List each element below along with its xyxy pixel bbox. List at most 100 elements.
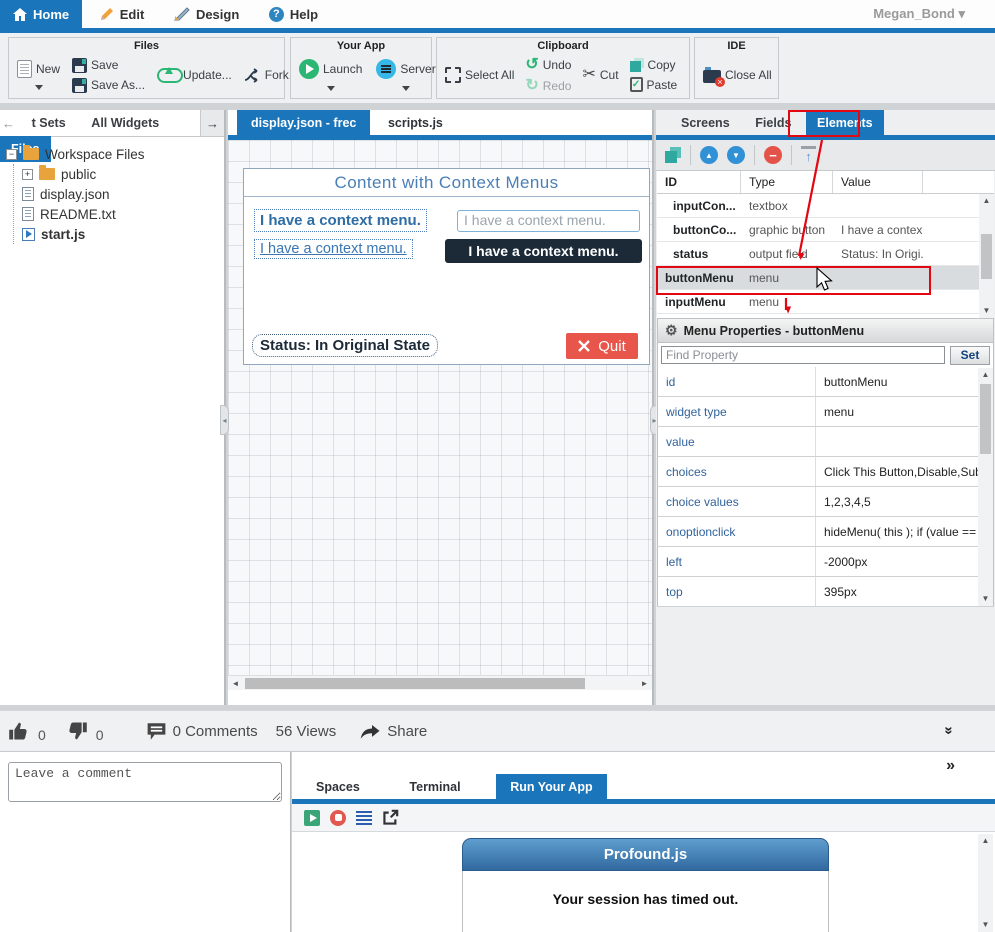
cut-button[interactable]: ✂ Cut: [582, 67, 618, 83]
design-panel-widget[interactable]: Content with Context Menus I have a cont…: [243, 168, 650, 365]
dropdown-caret-icon[interactable]: [327, 86, 335, 91]
update-button[interactable]: Update...: [157, 67, 232, 83]
grid-header-id[interactable]: ID: [657, 171, 741, 193]
comments-icon[interactable]: [146, 722, 167, 741]
tree-item-public[interactable]: + public: [22, 164, 145, 184]
tree-item-readme[interactable]: README.txt: [22, 204, 145, 224]
scroll-left-icon[interactable]: ◄: [228, 676, 243, 690]
server-button[interactable]: Server: [376, 59, 435, 79]
scroll-up-icon[interactable]: ▲: [979, 194, 994, 208]
tab-screens[interactable]: Screens: [670, 110, 741, 136]
property-row-value[interactable]: value: [657, 427, 994, 457]
tree-item-start-js[interactable]: start.js: [22, 224, 145, 244]
tab-terminal[interactable]: Terminal: [395, 774, 474, 799]
property-row-left[interactable]: left -2000px: [657, 547, 994, 577]
sidebar-tab-all-widgets[interactable]: All Widgets: [80, 110, 170, 136]
property-row-widget-type[interactable]: widget type menu: [657, 397, 994, 427]
run-stop-button[interactable]: [330, 810, 346, 826]
dropdown-caret-icon[interactable]: [402, 86, 410, 91]
property-row-onoptionclick[interactable]: onoptionclick hideMenu( this ); if (valu…: [657, 517, 994, 547]
widget-bold-text[interactable]: I have a context menu.: [254, 209, 427, 232]
tree-item-workspace-files[interactable]: − Workspace Files: [6, 144, 145, 164]
paste-button[interactable]: ✓ Paste: [630, 77, 678, 92]
chevron-down-double-icon[interactable]: »: [940, 726, 957, 734]
select-all-button[interactable]: Select All: [445, 67, 514, 83]
widget-status-text[interactable]: Status: In Original State: [252, 334, 438, 357]
scroll-up-icon[interactable]: ▲: [978, 834, 993, 848]
widget-quit-button[interactable]: Quit: [566, 333, 638, 359]
run-play-button[interactable]: [304, 810, 320, 826]
grid-header-type[interactable]: Type: [741, 171, 833, 193]
comment-input[interactable]: [8, 762, 282, 802]
grid-header-value[interactable]: Value: [833, 171, 923, 193]
properties-scrollbar[interactable]: ▲ ▼: [978, 368, 993, 606]
collapse-left-handle[interactable]: ◂: [220, 405, 229, 435]
tab-spaces[interactable]: Spaces: [302, 774, 374, 799]
copy-button[interactable]: Copy: [630, 58, 678, 72]
scrollbar-thumb[interactable]: [245, 678, 585, 689]
tab-run-your-app[interactable]: Run Your App: [496, 774, 606, 799]
scroll-down-icon[interactable]: ▼: [978, 918, 993, 932]
comments-count[interactable]: 0 Comments: [173, 723, 258, 740]
scroll-right-icon[interactable]: ►: [637, 676, 652, 690]
editor-tab-scripts-js[interactable]: scripts.js: [374, 110, 457, 135]
tab-scroll-right-icon[interactable]: →: [200, 110, 224, 136]
set-button[interactable]: Set: [950, 346, 990, 365]
move-down-button[interactable]: ▼: [727, 146, 745, 164]
tree-expander-closed-icon[interactable]: +: [22, 169, 33, 180]
find-property-input[interactable]: [661, 346, 945, 364]
move-up-button[interactable]: ▲: [700, 146, 718, 164]
widget-dark-button[interactable]: I have a context menu.: [445, 239, 642, 263]
copy-element-button[interactable]: [665, 147, 681, 163]
session-dialog-title[interactable]: Profound.js: [462, 838, 829, 871]
tree-item-display-json[interactable]: display.json: [22, 184, 145, 204]
sidebar-tab-widget-sets[interactable]: t Sets: [21, 110, 77, 136]
property-row-top[interactable]: top 395px: [657, 577, 994, 607]
element-row-buttonContext[interactable]: buttonCo... graphic button I have a cont…: [657, 218, 979, 242]
widget-textbox[interactable]: I have a context menu.: [457, 210, 640, 232]
scroll-down-icon[interactable]: ▼: [979, 304, 994, 318]
save-button[interactable]: Save: [72, 58, 145, 73]
user-menu[interactable]: Megan_Bond ▾: [873, 6, 965, 22]
element-row-status[interactable]: status output field Status: In Origi...: [657, 242, 979, 266]
open-external-icon[interactable]: [382, 809, 399, 826]
element-row-buttonMenu[interactable]: buttonMenu menu: [657, 266, 979, 290]
redo-button[interactable]: ↻ Redo: [525, 78, 571, 94]
launch-button[interactable]: Launch: [299, 59, 362, 79]
tab-elements[interactable]: Elements: [806, 110, 884, 136]
undo-button[interactable]: ↺ Undo: [525, 57, 571, 73]
editor-tab-display-json[interactable]: display.json - frec: [237, 110, 370, 135]
tab-scroll-left-icon[interactable]: ←: [0, 110, 17, 136]
new-button[interactable]: New: [17, 60, 60, 78]
canvas-horizontal-scrollbar[interactable]: ◄ ►: [228, 675, 652, 690]
chevron-right-double-icon[interactable]: »: [946, 757, 955, 775]
menu-tab-edit[interactable]: Edit: [86, 0, 158, 28]
element-row-inputMenu[interactable]: inputMenu menu: [657, 290, 979, 314]
scrollbar-thumb[interactable]: [980, 384, 991, 454]
send-to-top-button[interactable]: ↑: [801, 146, 816, 164]
property-row-choices[interactable]: choices Click This Button,Disable,Sub: [657, 457, 994, 487]
property-row-id[interactable]: id buttonMenu: [657, 367, 994, 397]
menu-tab-help[interactable]: ? Help: [256, 0, 331, 28]
share-label[interactable]: Share: [387, 723, 427, 740]
widget-hyperlink[interactable]: I have a context menu.: [254, 239, 413, 259]
share-icon[interactable]: [358, 721, 381, 741]
scrollbar-thumb[interactable]: [981, 234, 992, 279]
run-log-button[interactable]: [356, 811, 372, 825]
scroll-up-icon[interactable]: ▲: [978, 368, 993, 382]
thumbs-down-icon[interactable]: [66, 720, 88, 742]
tab-fields[interactable]: Fields: [744, 110, 802, 136]
property-row-choice-values[interactable]: choice values 1,2,3,4,5: [657, 487, 994, 517]
design-canvas[interactable]: Content with Context Menus I have a cont…: [228, 140, 652, 690]
element-row-inputContext[interactable]: inputCon... textbox: [657, 194, 979, 218]
run-scrollbar[interactable]: ▲ ▼: [978, 834, 993, 932]
scroll-down-icon[interactable]: ▼: [978, 592, 993, 606]
remove-element-button[interactable]: −: [764, 146, 782, 164]
save-as-button[interactable]: Save As...: [72, 78, 145, 93]
menu-tab-home[interactable]: Home: [0, 0, 82, 28]
close-all-button[interactable]: Close All: [703, 67, 772, 83]
tree-expander-open-icon[interactable]: −: [6, 149, 17, 160]
menu-tab-design[interactable]: Design: [161, 0, 252, 28]
elements-grid-scrollbar[interactable]: ▲ ▼: [979, 194, 994, 318]
thumbs-up-icon[interactable]: [8, 720, 30, 742]
